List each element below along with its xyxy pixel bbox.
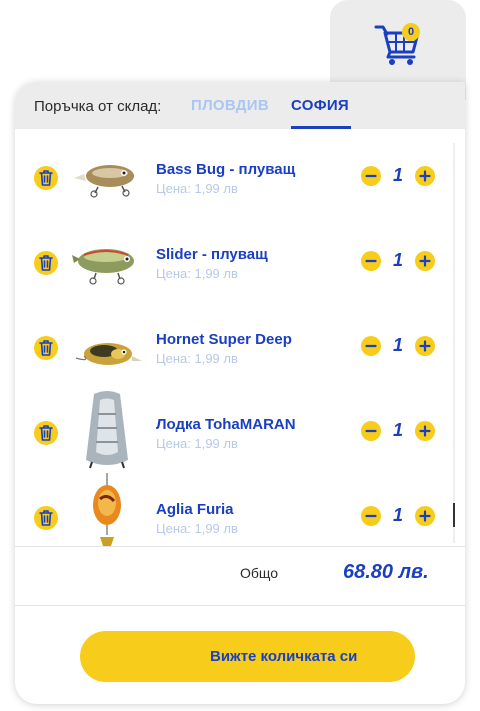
product-name[interactable]: Лодка TohaMARAN <box>156 416 296 433</box>
product-price: Цена: 1,99 лв <box>156 181 238 196</box>
product-image <box>75 343 142 365</box>
total-bar: Общо 68.80 лв. <box>15 546 465 606</box>
quantity-value: 1 <box>392 165 403 185</box>
trash-icon <box>39 340 53 356</box>
minus-icon <box>365 429 377 433</box>
plus-icon <box>419 170 431 182</box>
trash-icon <box>39 425 53 441</box>
plus-icon <box>419 340 431 352</box>
cart-item: Aglia Furia Цена: 1,99 лв 1 <box>15 473 465 546</box>
cart-count-badge: 0 <box>402 23 420 41</box>
product-image <box>72 249 134 285</box>
decrease-quantity-button[interactable] <box>361 421 381 441</box>
quantity-value: 1 <box>392 420 403 440</box>
delete-button[interactable] <box>34 421 58 445</box>
decrease-quantity-button[interactable] <box>361 336 381 356</box>
product-name[interactable]: Slider - плуващ <box>156 246 268 263</box>
product-price: Цена: 1,99 лв <box>156 436 238 451</box>
delete-button[interactable] <box>34 506 58 530</box>
trash-icon <box>39 510 53 526</box>
increase-quantity-button[interactable] <box>415 506 435 526</box>
product-price: Цена: 1,99 лв <box>156 351 238 366</box>
quantity-value: 1 <box>392 335 403 355</box>
plus-icon <box>419 510 431 522</box>
trash-icon <box>39 170 53 186</box>
tab-sofia[interactable]: СОФИЯ <box>291 97 349 114</box>
quantity-value: 1 <box>392 250 403 270</box>
product-price: Цена: 1,99 лв <box>156 266 238 281</box>
total-label: Общо <box>240 565 279 581</box>
minus-icon <box>365 344 377 348</box>
tab-plovdiv[interactable]: ПЛОВДИВ <box>191 97 269 114</box>
product-price: Цена: 1,99 лв <box>156 521 238 536</box>
plus-icon <box>419 255 431 267</box>
trash-icon <box>39 255 53 271</box>
product-image <box>74 165 134 198</box>
cart-item: Hornet Super Deep Цена: 1,99 лв 1 <box>15 313 465 398</box>
cart-item: Лодка TohaMARAN Цена: 1,99 лв 1 <box>15 391 465 483</box>
product-name[interactable]: Bass Bug - плуващ <box>156 161 295 178</box>
warehouse-label: Поръчка от склад: <box>34 98 162 115</box>
product-image <box>93 473 121 546</box>
delete-button[interactable] <box>34 251 58 275</box>
plus-icon <box>419 425 431 437</box>
increase-quantity-button[interactable] <box>415 251 435 271</box>
cart-item-list[interactable]: Bass Bug - плуващ Цена: 1,99 лв 1 Slider… <box>15 129 465 546</box>
cart-item: Slider - плуващ Цена: 1,99 лв 1 <box>15 228 465 313</box>
minus-icon <box>365 259 377 263</box>
product-image <box>86 391 128 469</box>
increase-quantity-button[interactable] <box>415 421 435 441</box>
product-name[interactable]: Aglia Furia <box>156 501 234 518</box>
delete-button[interactable] <box>34 166 58 190</box>
decrease-quantity-button[interactable] <box>361 251 381 271</box>
decrease-quantity-button[interactable] <box>361 166 381 186</box>
minus-icon <box>365 174 377 178</box>
cart-item: Bass Bug - плуващ Цена: 1,99 лв 1 <box>15 143 465 228</box>
minus-icon <box>365 514 377 518</box>
cart-panel: Поръчка от склад: ПЛОВДИВ СОФИЯ Bass Bug… <box>15 82 465 704</box>
increase-quantity-button[interactable] <box>415 336 435 356</box>
warehouse-tabs: Поръчка от склад: ПЛОВДИВ СОФИЯ <box>15 82 465 129</box>
quantity-value: 1 <box>392 505 403 525</box>
product-name[interactable]: Hornet Super Deep <box>156 331 292 348</box>
view-cart-label: Вижте количката си <box>210 648 358 665</box>
total-value: 68.80 лв. <box>343 561 429 583</box>
increase-quantity-button[interactable] <box>415 166 435 186</box>
decrease-quantity-button[interactable] <box>361 506 381 526</box>
view-cart-button[interactable]: Вижте количката си <box>80 631 415 682</box>
delete-button[interactable] <box>34 336 58 360</box>
